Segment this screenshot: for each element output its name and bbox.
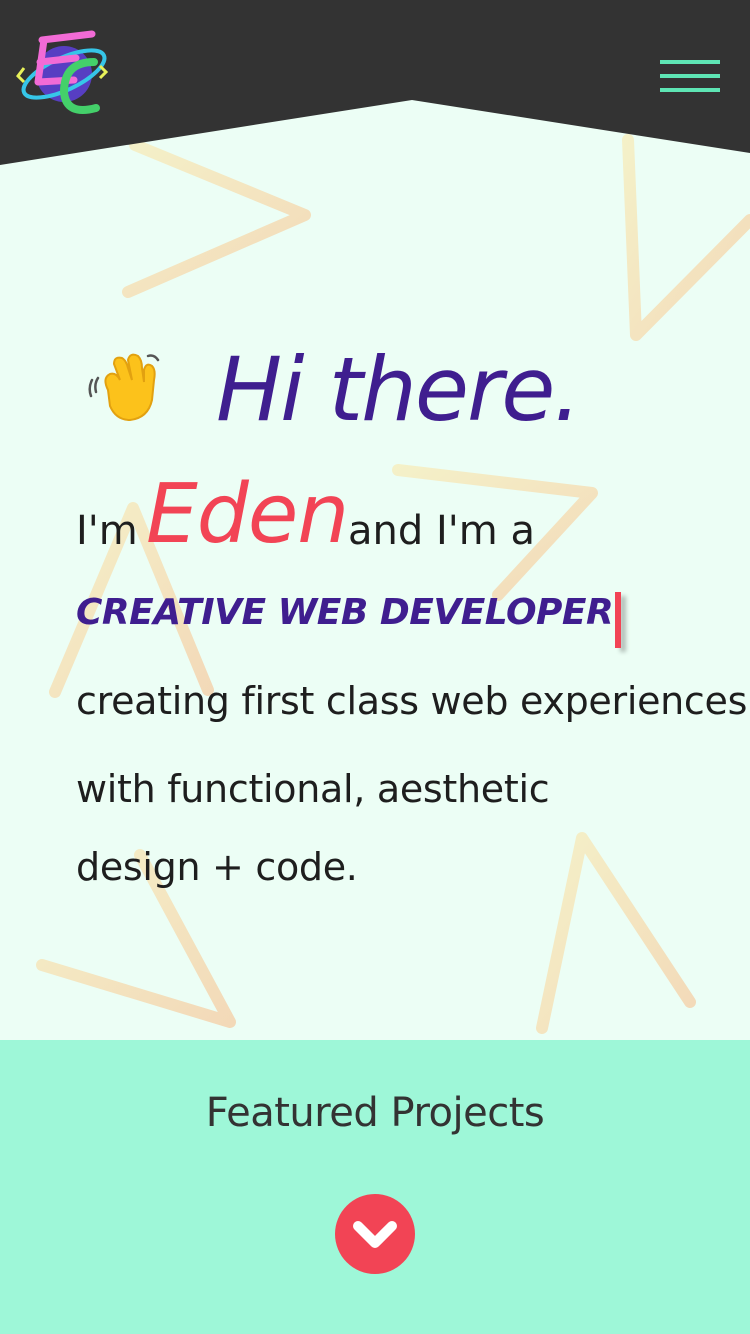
hamburger-menu-button[interactable] bbox=[656, 56, 724, 96]
typing-caret bbox=[615, 591, 622, 648]
chevron-down-icon bbox=[353, 1221, 397, 1248]
intro-suffix: and I'm a bbox=[348, 508, 535, 554]
name-highlight: Eden bbox=[146, 467, 349, 562]
featured-projects-section: Featured Projects bbox=[0, 1040, 750, 1334]
menu-bar bbox=[660, 60, 720, 64]
role-line: CREATIVE WEB DEVELOPER bbox=[76, 590, 622, 648]
featured-projects-title: Featured Projects bbox=[205, 1090, 545, 1136]
description-line: design + code. bbox=[76, 845, 358, 889]
greeting-heading: Hi there. bbox=[216, 338, 581, 441]
scroll-down-button[interactable] bbox=[335, 1194, 415, 1274]
menu-bar bbox=[660, 74, 720, 78]
waving-hand-icon bbox=[88, 350, 164, 426]
site-header bbox=[0, 0, 750, 170]
role-typed-text: CREATIVE WEB DEVELOPER bbox=[76, 592, 614, 633]
ec-logo-icon bbox=[16, 30, 109, 114]
intro-prefix: I'm bbox=[76, 508, 138, 554]
description-line: creating first class web experiences bbox=[76, 679, 748, 723]
description-line: with functional, aesthetic bbox=[76, 767, 550, 811]
menu-bar bbox=[660, 88, 720, 92]
logo[interactable] bbox=[14, 22, 114, 122]
